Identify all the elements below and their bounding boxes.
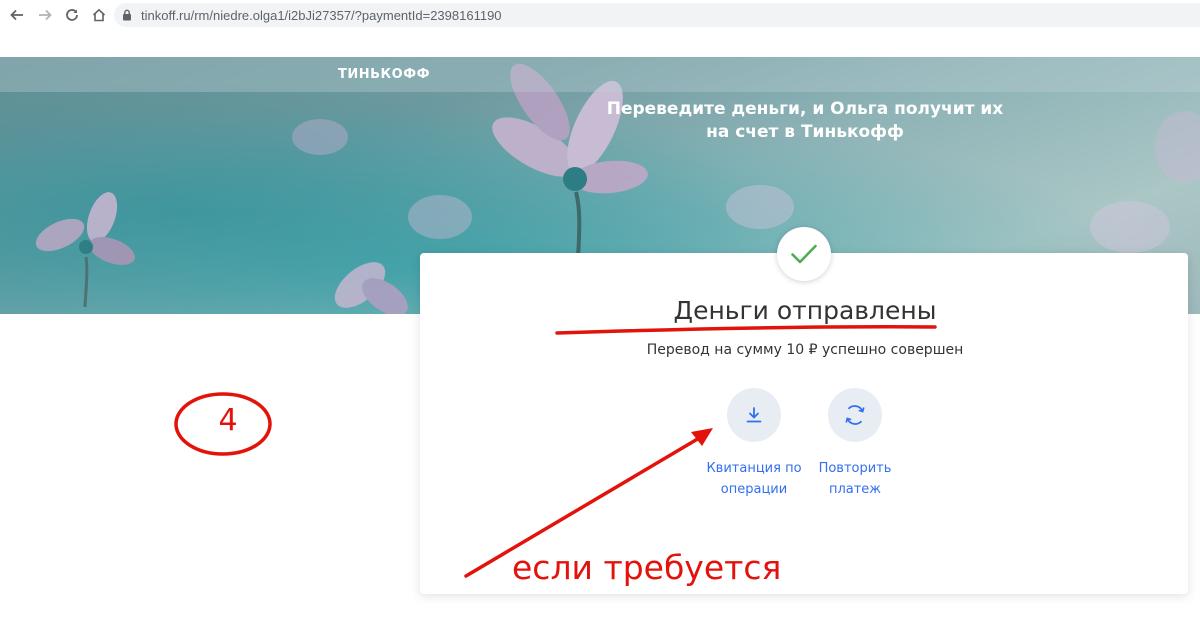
repeat-icon-circle[interactable] [828, 388, 882, 442]
address-bar[interactable]: tinkoff.ru/rm/niedre.olga1/i2bJi27357/?p… [114, 3, 1200, 27]
tinkoff-logo[interactable]: ТИНЬКОФФ [338, 67, 430, 82]
receipt-icon-circle[interactable] [727, 388, 781, 442]
arrow-right-icon [39, 9, 52, 21]
arrow-left-icon [10, 9, 23, 21]
header-strip [0, 57, 1200, 92]
note-annotation: если требуется [512, 548, 782, 587]
receipt-label-line2[interactable]: операции [706, 479, 801, 500]
browser-toolbar: tinkoff.ru/rm/niedre.olga1/i2bJi27357/?p… [0, 0, 1200, 30]
repeat-payment-label[interactable]: Повторить платеж [819, 458, 892, 500]
url-text: tinkoff.ru/rm/niedre.olga1/i2bJi27357/?p… [141, 7, 502, 23]
repeat-label-line2[interactable]: платеж [819, 479, 892, 500]
hero-headline-line1: Переведите деньги, и Ольга получит их [606, 99, 1004, 119]
receipt-label-line1[interactable]: Квитанция по [706, 458, 801, 479]
forward-button[interactable] [34, 4, 56, 26]
hero-headline: Переведите деньги, и Ольга получит их на… [600, 98, 1010, 144]
repeat-icon [845, 405, 865, 425]
success-badge [777, 227, 831, 281]
home-button[interactable] [88, 4, 110, 26]
step-number-annotation: 4 [218, 403, 238, 438]
reload-button[interactable] [61, 4, 83, 26]
lock-icon [122, 9, 132, 21]
result-title: Деньги отправлены [673, 296, 937, 325]
repeat-label-line1[interactable]: Повторить [819, 458, 892, 479]
page: tinkoff.ru/rm/niedre.olga1/i2bJi27357/?p… [0, 0, 1200, 630]
repeat-payment-button[interactable]: Повторить платеж [795, 388, 915, 500]
hero-headline-line2: на счет в Тинькофф [706, 122, 904, 142]
result-subtitle: Перевод на сумму 10 ₽ успешно совершен [646, 342, 964, 358]
reload-icon [66, 9, 78, 21]
download-icon [746, 407, 762, 423]
back-button[interactable] [6, 4, 28, 26]
checkmark-icon [791, 244, 817, 264]
receipt-label[interactable]: Квитанция по операции [706, 458, 801, 500]
home-icon [92, 8, 106, 22]
